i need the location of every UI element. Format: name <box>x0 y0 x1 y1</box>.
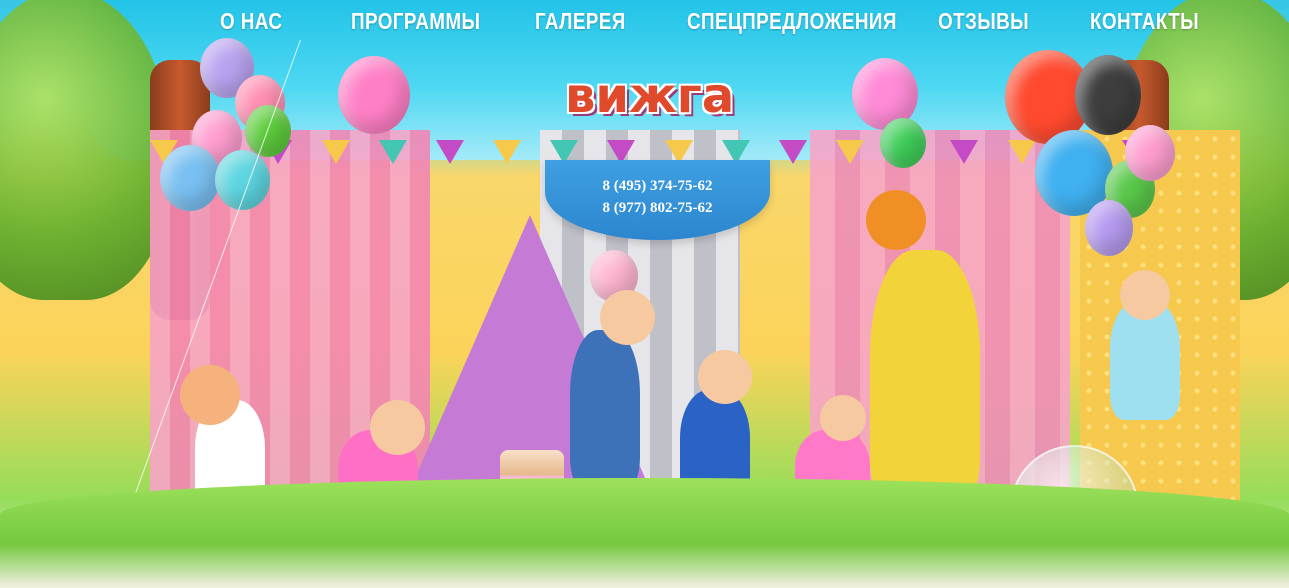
nav-item-special-offers[interactable]: СПЕЦПРЕДЛОЖЕНИЯ <box>687 8 897 35</box>
nav-item-reviews[interactable]: ОТЗЫВЫ <box>938 8 1029 35</box>
main-navigation: О НАС ПРОГРАММЫ ГАЛЕРЕЯ СПЕЦПРЕДЛОЖЕНИЯ … <box>0 8 1289 44</box>
nav-item-contacts[interactable]: КОНТАКТЫ <box>1090 8 1199 35</box>
flag <box>378 140 407 164</box>
balloon-icon <box>160 145 220 211</box>
flag <box>950 140 979 164</box>
balloon-icon <box>1085 200 1133 256</box>
logo-text: вижга <box>565 68 735 124</box>
nav-item-programs[interactable]: ПРОГРАММЫ <box>351 8 480 35</box>
balloon-icon <box>338 56 410 134</box>
kid-superhero-head <box>698 350 752 404</box>
balloon-icon <box>215 150 270 210</box>
grass-ground <box>0 478 1289 588</box>
tree-left-illustration <box>0 0 170 300</box>
balloon-icon <box>880 118 926 168</box>
scientist-head <box>1120 270 1170 320</box>
kid-boy-left-head <box>180 365 240 425</box>
clown-character <box>870 250 980 510</box>
kid-archer <box>570 330 640 490</box>
balloon-icon <box>245 105 291 157</box>
kid-girl-pink-head <box>370 400 425 455</box>
flag <box>1007 140 1036 164</box>
flag <box>435 140 464 164</box>
hero-scene: О НАС ПРОГРАММЫ ГАЛЕРЕЯ СПЕЦПРЕДЛОЖЕНИЯ … <box>0 0 1289 588</box>
flag <box>493 140 522 164</box>
kid-archer-head <box>600 290 655 345</box>
kid-ballerina-head <box>820 395 866 441</box>
nav-item-about[interactable]: О НАС <box>220 8 282 35</box>
flag <box>321 140 350 164</box>
balloon-icon <box>1075 55 1141 135</box>
nav-item-gallery[interactable]: ГАЛЕРЕЯ <box>535 8 626 35</box>
phone-number-2[interactable]: 8 (977) 802-75-62 <box>545 200 770 217</box>
flag <box>778 140 807 164</box>
balloon-icon <box>1125 125 1175 181</box>
phone-number-1[interactable]: 8 (495) 374-75-62 <box>545 178 770 195</box>
site-logo[interactable]: вижга <box>565 68 765 138</box>
flag <box>836 140 865 164</box>
clown-hair <box>866 190 926 250</box>
